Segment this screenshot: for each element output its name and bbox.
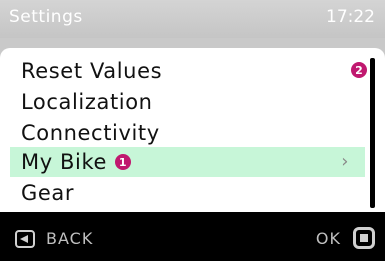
ok-button-label[interactable]: OK	[316, 229, 341, 248]
menu-item-connectivity[interactable]: Connectivity	[10, 118, 365, 148]
menu-item-reset-values[interactable]: Reset Values	[10, 56, 365, 86]
footer-bar: BACK OK	[0, 212, 385, 261]
scroll-notification-badge: 2	[351, 62, 367, 78]
menu-item-gear[interactable]: Gear	[10, 178, 365, 208]
settings-screen: Settings 17:22 Reset Values Localization…	[0, 0, 385, 261]
back-icon[interactable]	[15, 230, 35, 248]
menu-item-label: Reset Values	[21, 59, 163, 83]
chevron-right-icon: ›	[341, 151, 349, 172]
menu-item-label: Localization	[21, 90, 153, 114]
scrollbar[interactable]	[370, 58, 375, 208]
ok-icon[interactable]	[353, 227, 375, 249]
notification-badge: 1	[115, 154, 131, 170]
status-header: Settings 17:22	[0, 0, 385, 38]
menu-item-label: My Bike	[21, 150, 107, 174]
page-title: Settings	[9, 7, 83, 27]
clock-time: 17:22	[326, 7, 375, 27]
menu-item-localization[interactable]: Localization	[10, 87, 365, 117]
menu-item-my-bike[interactable]: My Bike 1 ›	[10, 147, 365, 177]
menu-item-label: Connectivity	[21, 121, 160, 145]
back-button-label[interactable]: BACK	[46, 229, 93, 248]
menu-item-label: Gear	[21, 181, 75, 205]
settings-list: Reset Values Localization Connectivity M…	[0, 48, 385, 212]
